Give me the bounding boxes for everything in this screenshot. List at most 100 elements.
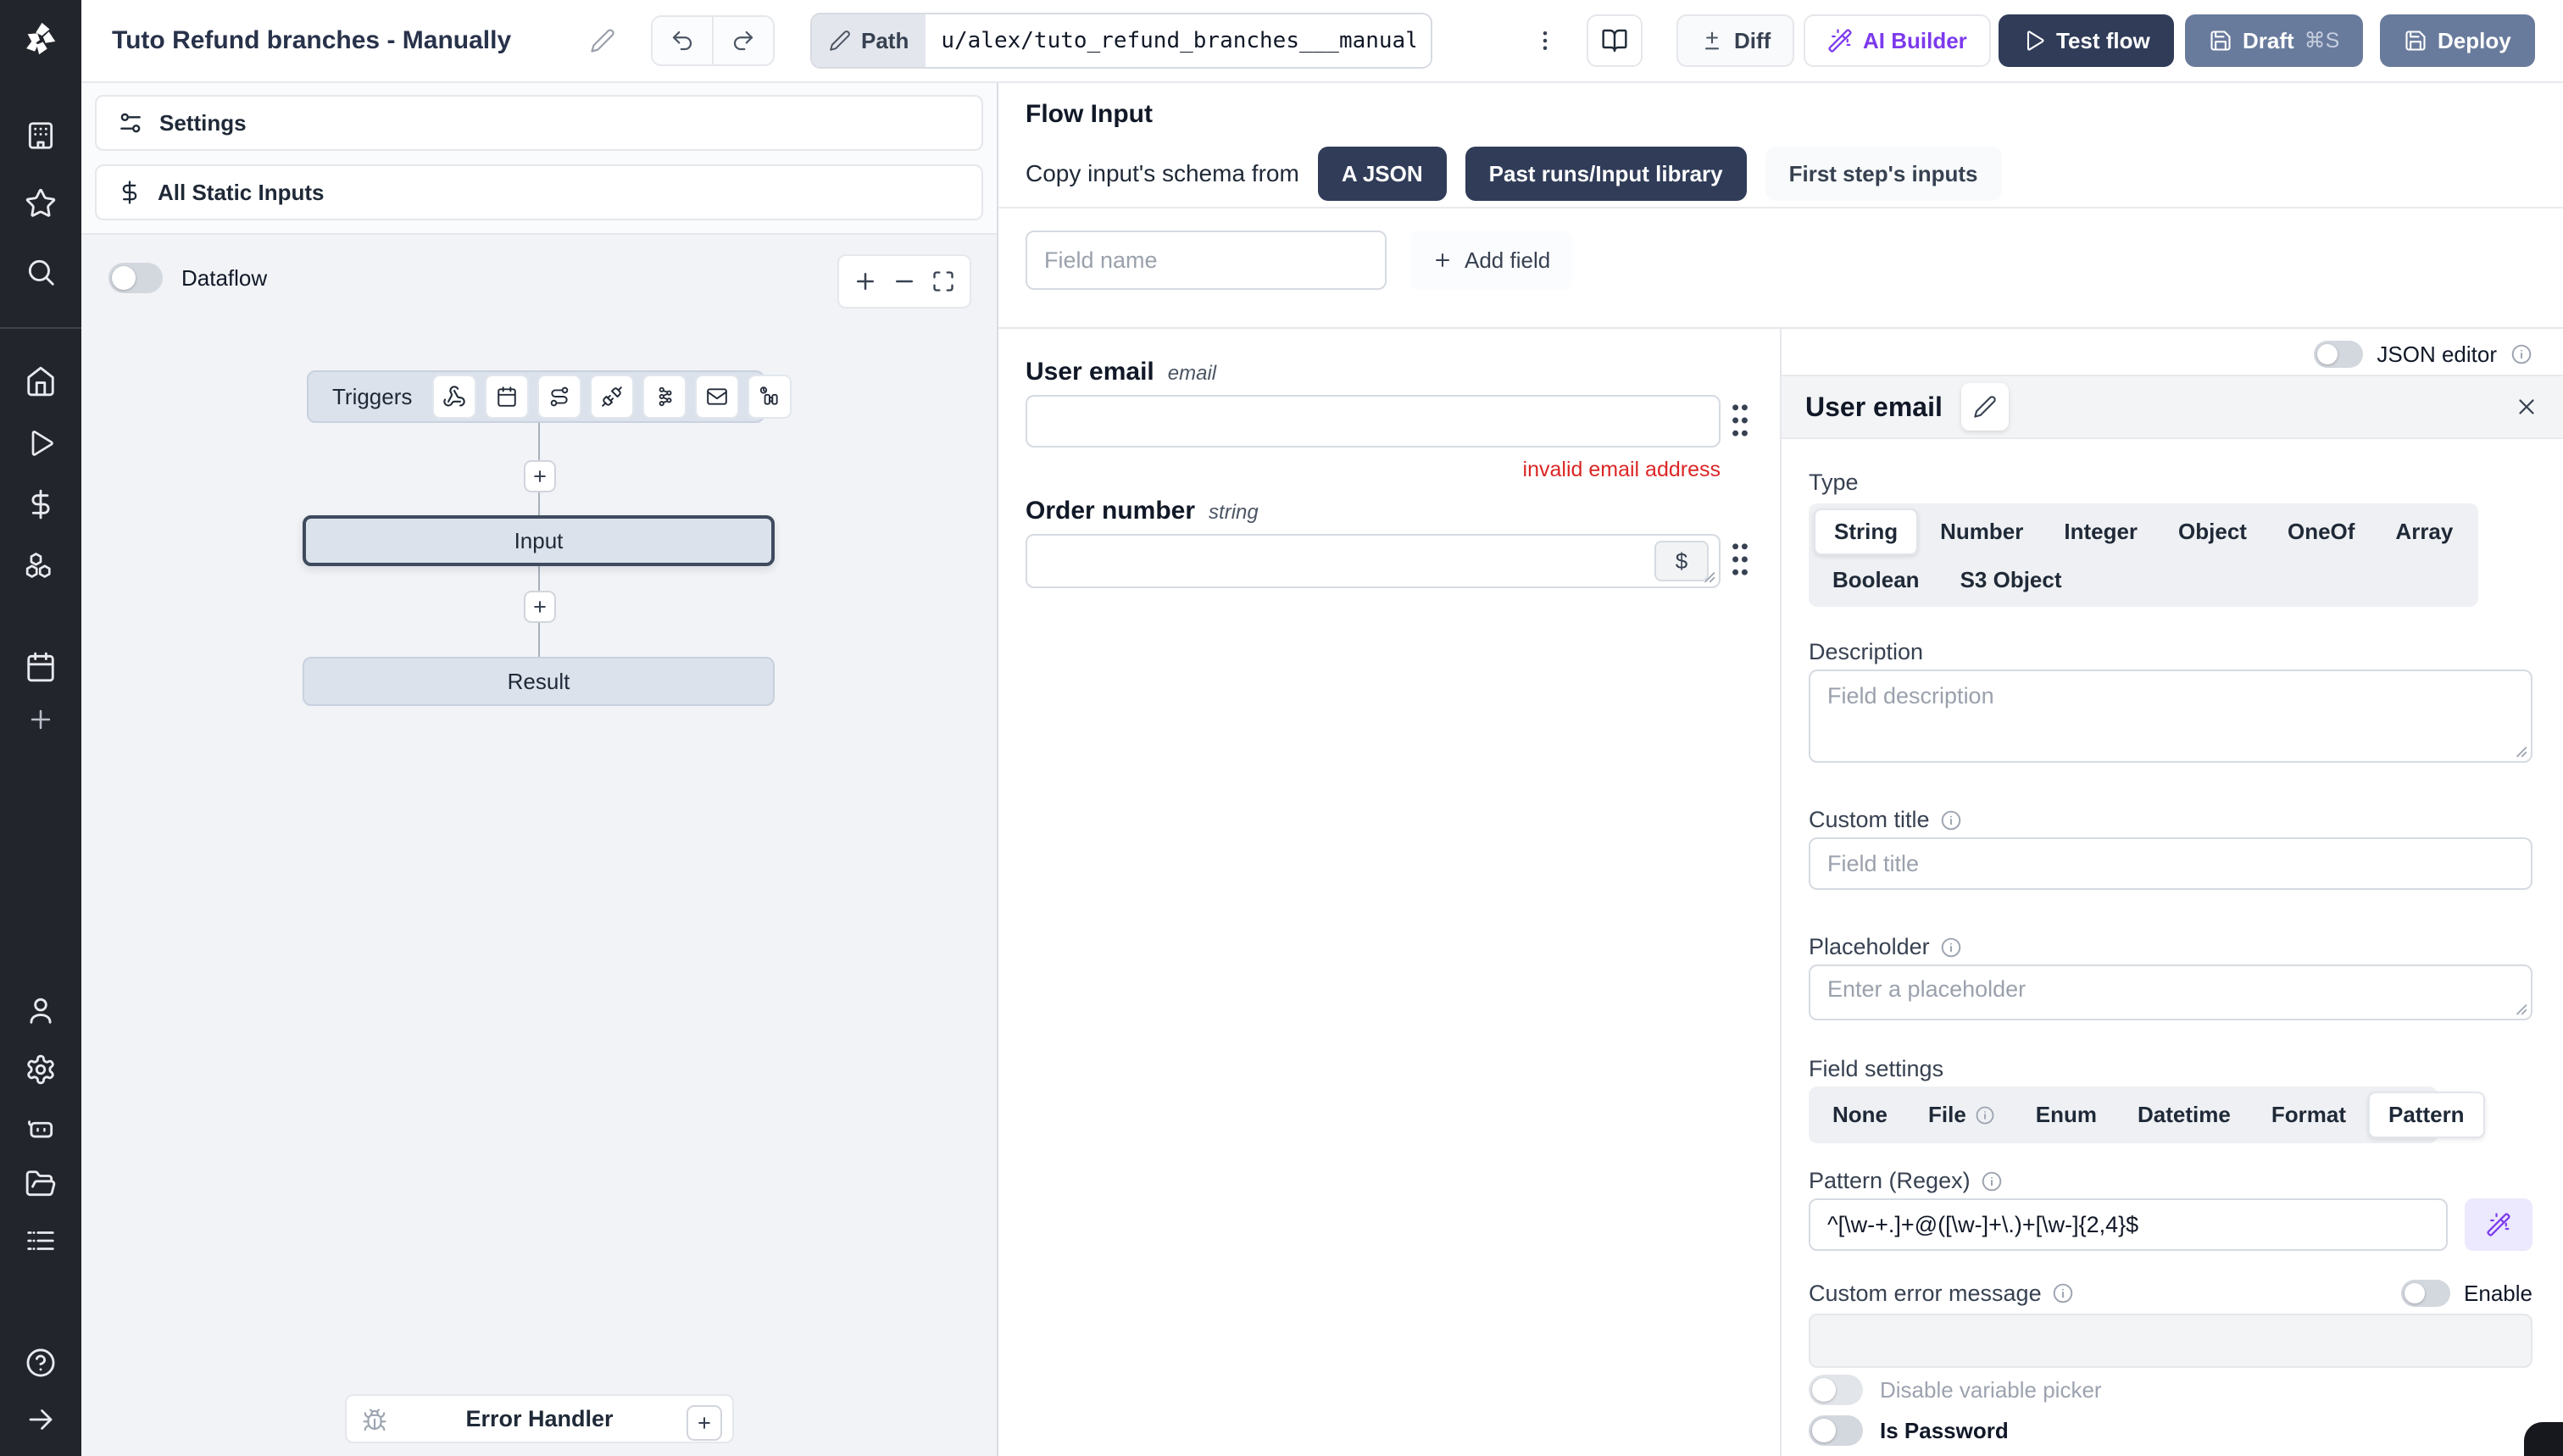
plus-icon: [534, 601, 546, 613]
close-editor-button[interactable]: [2514, 394, 2539, 420]
dollar-icon: [122, 181, 137, 204]
custom-title-input[interactable]: [1809, 837, 2532, 890]
drag-handle[interactable]: [1729, 541, 1751, 578]
sidebar-item-runs[interactable]: [17, 420, 64, 467]
sidebar-item-ai-agents[interactable]: [17, 1103, 64, 1151]
help-circle-icon: [26, 1348, 55, 1377]
sidebar-item-resources[interactable]: [17, 542, 64, 589]
pattern-row: Pattern (Regex): [1809, 1168, 2532, 1194]
sidebar-item-help[interactable]: [17, 1339, 64, 1387]
rename-field-button[interactable]: [1960, 383, 2009, 431]
ai-builder-button[interactable]: AI Builder: [1804, 14, 1991, 67]
sidebar-item-settings[interactable]: [17, 1046, 64, 1093]
is-password-toggle[interactable]: [1809, 1415, 1863, 1446]
sidebar-collapse-button[interactable]: [17, 1396, 64, 1443]
type-option-s3-object[interactable]: S3 Object: [1942, 559, 2081, 602]
json-editor-toggle[interactable]: [2314, 341, 2364, 368]
path-edit-button[interactable]: Path: [812, 14, 926, 67]
sidebar-item-account[interactable]: [17, 986, 64, 1034]
type-option-oneof[interactable]: OneOf: [2269, 510, 2373, 553]
windmill-logo[interactable]: [17, 15, 64, 63]
docs-button[interactable]: [1587, 14, 1643, 67]
grip-dots-icon: [1732, 404, 1748, 436]
add-field-button[interactable]: Add field: [1410, 231, 1573, 290]
play-icon: [2026, 31, 2044, 51]
setting-option-datetime[interactable]: Datetime: [2119, 1093, 2249, 1136]
more-menu-button[interactable]: [1532, 28, 1558, 53]
copy-from-past-runs-button[interactable]: Past runs/Input library: [1465, 147, 1747, 201]
sidebar-item-variables[interactable]: [17, 481, 64, 528]
copy-from-first-step-button[interactable]: First step's inputs: [1765, 147, 2002, 201]
ai-generate-pattern-button[interactable]: [2465, 1198, 2532, 1251]
kafka-trigger-button[interactable]: [642, 375, 687, 419]
redo-icon: [733, 31, 753, 51]
undo-button[interactable]: [653, 17, 712, 64]
zoom-out-button[interactable]: [885, 262, 924, 301]
setting-option-pattern[interactable]: Pattern: [2367, 1092, 2485, 1138]
type-option-boolean[interactable]: Boolean: [1814, 559, 1938, 602]
field-name-input[interactable]: [1026, 231, 1387, 290]
sidebar-item-folders[interactable]: [17, 1160, 64, 1208]
error-handler-node[interactable]: Error Handler: [345, 1394, 734, 1443]
drag-handle[interactable]: [1729, 402, 1751, 439]
disable-variable-picker-toggle[interactable]: [1809, 1375, 1863, 1405]
websocket-trigger-button[interactable]: [590, 375, 635, 419]
custom-error-enable-toggle[interactable]: [2401, 1280, 2451, 1307]
type-option-integer[interactable]: Integer: [2045, 510, 2156, 553]
pattern-regex-input[interactable]: [1809, 1198, 2448, 1251]
sidebar-item-workspace[interactable]: [17, 112, 64, 159]
sidebar-item-workers[interactable]: [17, 1217, 64, 1264]
setting-option-none[interactable]: None: [1814, 1093, 1906, 1136]
sidebar-item-schedules[interactable]: [17, 643, 64, 691]
result-node-label: Result: [507, 668, 570, 694]
test-flow-button[interactable]: Test flow: [1999, 14, 2174, 67]
flow-panel-header: Settings All Static Inputs: [81, 81, 997, 235]
schedule-trigger-button[interactable]: [485, 375, 530, 419]
type-option-array[interactable]: Array: [2377, 510, 2471, 553]
feedback-corner-button[interactable]: [2524, 1422, 2563, 1456]
copy-from-json-button[interactable]: A JSON: [1317, 147, 1447, 201]
draft-button[interactable]: Draft ⌘S: [2185, 14, 2364, 67]
poll-trigger-button[interactable]: [748, 375, 792, 419]
all-static-inputs-row[interactable]: All Static Inputs: [95, 164, 983, 220]
http-route-trigger-button[interactable]: [537, 375, 582, 419]
placeholder-textarea[interactable]: [1809, 964, 2532, 1020]
sidebar-item-favorites[interactable]: [17, 180, 64, 227]
redo-button[interactable]: [712, 17, 773, 64]
sidebar-item-search[interactable]: [17, 248, 64, 296]
close-icon: [2519, 399, 2534, 414]
zoom-in-button[interactable]: [846, 262, 885, 301]
fit-view-button[interactable]: [924, 262, 963, 301]
order-number-value-input[interactable]: [1026, 534, 1721, 588]
calendar-icon: [27, 652, 54, 682]
result-node[interactable]: Result: [303, 657, 775, 706]
path-input[interactable]: [926, 14, 1432, 67]
search-icon: [28, 259, 54, 286]
add-step-button[interactable]: [524, 591, 556, 623]
edit-title-button[interactable]: [590, 28, 615, 53]
flow-settings-row[interactable]: Settings: [95, 95, 983, 151]
input-node[interactable]: Input: [303, 515, 775, 566]
dataflow-toggle[interactable]: [108, 263, 163, 293]
setting-option-file[interactable]: File: [1910, 1093, 2014, 1136]
email-trigger-button[interactable]: [695, 375, 740, 419]
setting-option-format[interactable]: Format: [2253, 1093, 2365, 1136]
undo-redo-group: [651, 15, 775, 66]
sidebar-item-home[interactable]: [17, 358, 64, 405]
webhook-trigger-button[interactable]: [432, 375, 477, 419]
triggers-node[interactable]: Triggers: [307, 370, 792, 423]
setting-option-enum[interactable]: Enum: [2017, 1093, 2115, 1136]
deploy-button[interactable]: Deploy: [2380, 14, 2535, 67]
sidebar-item-create[interactable]: [17, 696, 64, 743]
type-option-number[interactable]: Number: [1921, 510, 2042, 553]
type-option-object[interactable]: Object: [2160, 510, 2266, 553]
type-option-string[interactable]: String: [1814, 508, 1919, 555]
add-error-handler-button[interactable]: [687, 1405, 722, 1441]
placeholder-wrap: [1809, 964, 2532, 1020]
field-settings-label: Field settings: [1809, 1056, 1944, 1081]
diff-button[interactable]: Diff: [1676, 14, 1795, 67]
user-email-value-input[interactable]: [1026, 395, 1721, 447]
insert-variable-button[interactable]: $: [1654, 541, 1709, 581]
add-step-button[interactable]: [524, 460, 556, 492]
description-textarea[interactable]: [1809, 670, 2532, 763]
